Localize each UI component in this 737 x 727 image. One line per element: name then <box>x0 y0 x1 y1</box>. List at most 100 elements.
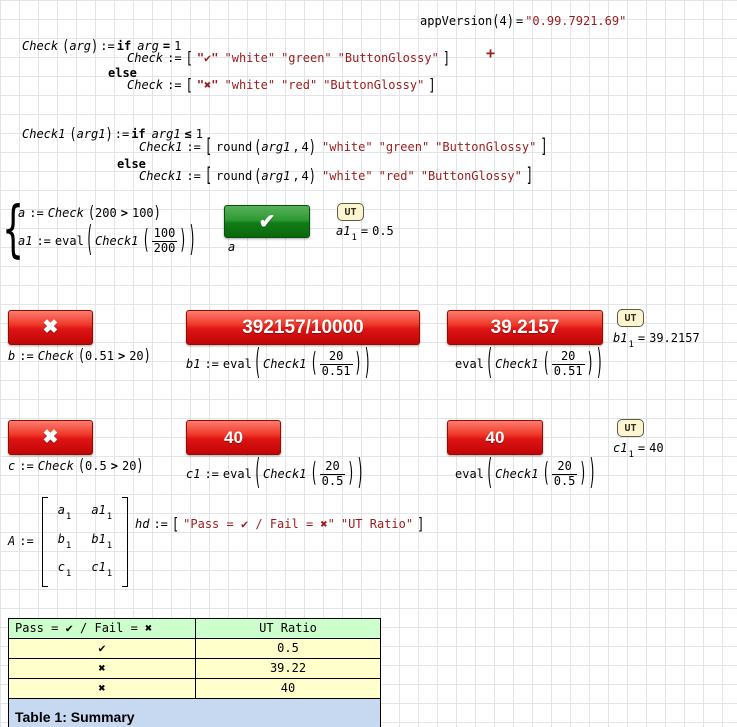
hd-definition: hd:=["Pass = ✔ / Fail = ✖""UT Ratio"] <box>135 517 424 533</box>
paren: ) <box>179 224 186 258</box>
ratio-button-c-eval[interactable]: 40 <box>447 420 543 455</box>
ratio-button-b1[interactable]: 392157/10000 <box>186 310 420 345</box>
matrix-cell: c1 <box>58 560 72 581</box>
pass-button[interactable]: ✔ <box>224 205 310 238</box>
ut-collapse-button[interactable]: UT <box>617 419 644 437</box>
operand: 20 <box>129 349 143 363</box>
operand: 0.5 <box>85 459 107 473</box>
function-name: Check <box>22 39 58 53</box>
c-eval-expr: eval(Check1(200.5)) <box>455 460 596 489</box>
status-symbol: ✔ <box>9 638 195 658</box>
function-name: appVersion <box>420 14 492 28</box>
fraction: 200.51 <box>552 350 585 379</box>
equals: = <box>638 331 645 345</box>
b-eval-expr: eval(Check1(200.51)) <box>455 350 603 379</box>
string-color: "white" <box>322 140 373 156</box>
paren: ) <box>579 457 586 491</box>
string-style: "ButtonGlossy" <box>421 169 522 185</box>
check1-false-branch: Check1:=[round(arg1,4)"white""red""Butto… <box>139 169 533 185</box>
fail-button-c[interactable]: ✖ <box>8 420 93 455</box>
if-keyword: if <box>131 127 145 141</box>
ratio-button-c1[interactable]: 40 <box>186 420 281 455</box>
assign-op: := <box>167 78 181 92</box>
bracket: ] <box>526 164 533 189</box>
numerator: 20 <box>552 350 585 365</box>
matrix-cell: b1 <box>58 532 72 553</box>
paren: ( <box>254 136 261 159</box>
denominator: 200 <box>152 242 178 256</box>
numerator: 20 <box>552 460 578 475</box>
string-color: "green" <box>281 51 332 65</box>
c1-result: c11=40 <box>613 441 664 462</box>
bracket: [ <box>172 514 179 535</box>
bracket: ] <box>417 514 424 535</box>
string-ut-ratio: "UT Ratio" <box>341 517 413 531</box>
a1-result: a11=0.5 <box>336 224 394 245</box>
assign-op: := <box>204 467 218 483</box>
var-hd: hd <box>135 517 149 531</box>
eval-function: eval <box>55 234 84 250</box>
equals: = <box>638 441 645 455</box>
subscript: 1 <box>66 569 71 579</box>
function-name: Check <box>127 78 163 92</box>
header-ut-ratio: UT Ratio <box>195 619 380 638</box>
string-color: "white" <box>225 78 276 92</box>
comma: , <box>292 169 299 185</box>
eval-function: eval <box>455 357 484 373</box>
subscript: 1 <box>107 541 112 551</box>
version-string: "0.99.7921.69" <box>525 14 626 28</box>
ratio-value: 40 <box>195 678 380 698</box>
paren: ( <box>310 457 317 491</box>
matrix-cell: a1 <box>58 503 72 524</box>
fail-button-b[interactable]: ✖ <box>8 310 93 345</box>
paren: ) <box>364 341 371 386</box>
var-c1: c1 <box>186 467 200 483</box>
insertion-cursor[interactable]: + <box>486 44 495 62</box>
summary-table: Pass = ✔ / Fail = ✖ UT Ratio ✔ 0.5 ✖ 39.… <box>8 618 381 727</box>
eval-function: eval <box>223 467 252 483</box>
bracket: [ <box>186 48 193 69</box>
assign-op: := <box>19 459 33 473</box>
arg-name: arg1 <box>77 127 106 141</box>
cell-var: c <box>58 560 65 574</box>
assign-op: := <box>186 140 200 156</box>
table-caption: Table 1: Summary <box>9 698 380 727</box>
bracket: ] <box>540 135 547 160</box>
button-value: 392157/10000 <box>242 317 364 339</box>
fraction: 200.5 <box>552 460 578 489</box>
ut-collapse-button[interactable]: UT <box>617 309 644 327</box>
assign-op: := <box>29 206 43 220</box>
function-name: Check1 <box>495 467 538 483</box>
matrix-bracket-right <box>122 497 128 587</box>
var-b: b <box>8 349 15 363</box>
paren: ( <box>492 12 499 32</box>
denominator: 0.5 <box>552 475 578 489</box>
function-name: Check1 <box>495 357 538 373</box>
paren: ( <box>486 451 493 496</box>
paren: ) <box>106 125 113 145</box>
arg-name: arg1 <box>261 169 290 185</box>
button-value: 39.2157 <box>491 317 560 339</box>
paren: ) <box>355 347 362 381</box>
operand: 0.51 <box>85 349 114 363</box>
matrix-cell: a11 <box>91 503 112 524</box>
matrix-cell: c11 <box>91 560 112 581</box>
equals: = <box>361 224 368 238</box>
ratio-value: 39.22 <box>195 658 380 678</box>
ratio-button-b-eval[interactable]: 39.2157 <box>447 310 603 345</box>
bracket: [ <box>186 75 193 96</box>
cell-var: b <box>58 532 65 546</box>
paren: ( <box>543 457 550 491</box>
cell-var: a1 <box>91 503 105 517</box>
assign-op: := <box>204 357 218 373</box>
paren: ) <box>154 203 161 225</box>
b1-definition: b1:=eval(Check1(200.51)) <box>186 350 371 379</box>
status-symbol: ✖ <box>9 678 195 698</box>
paren: ) <box>309 136 316 159</box>
numerator: 20 <box>320 460 346 475</box>
operand: 100 <box>132 206 154 220</box>
ut-collapse-button[interactable]: UT <box>337 203 364 221</box>
function-name: Check1 <box>22 127 65 141</box>
paren: ) <box>507 12 514 32</box>
c-definition: c:=Check(0.5>20) <box>8 459 144 475</box>
